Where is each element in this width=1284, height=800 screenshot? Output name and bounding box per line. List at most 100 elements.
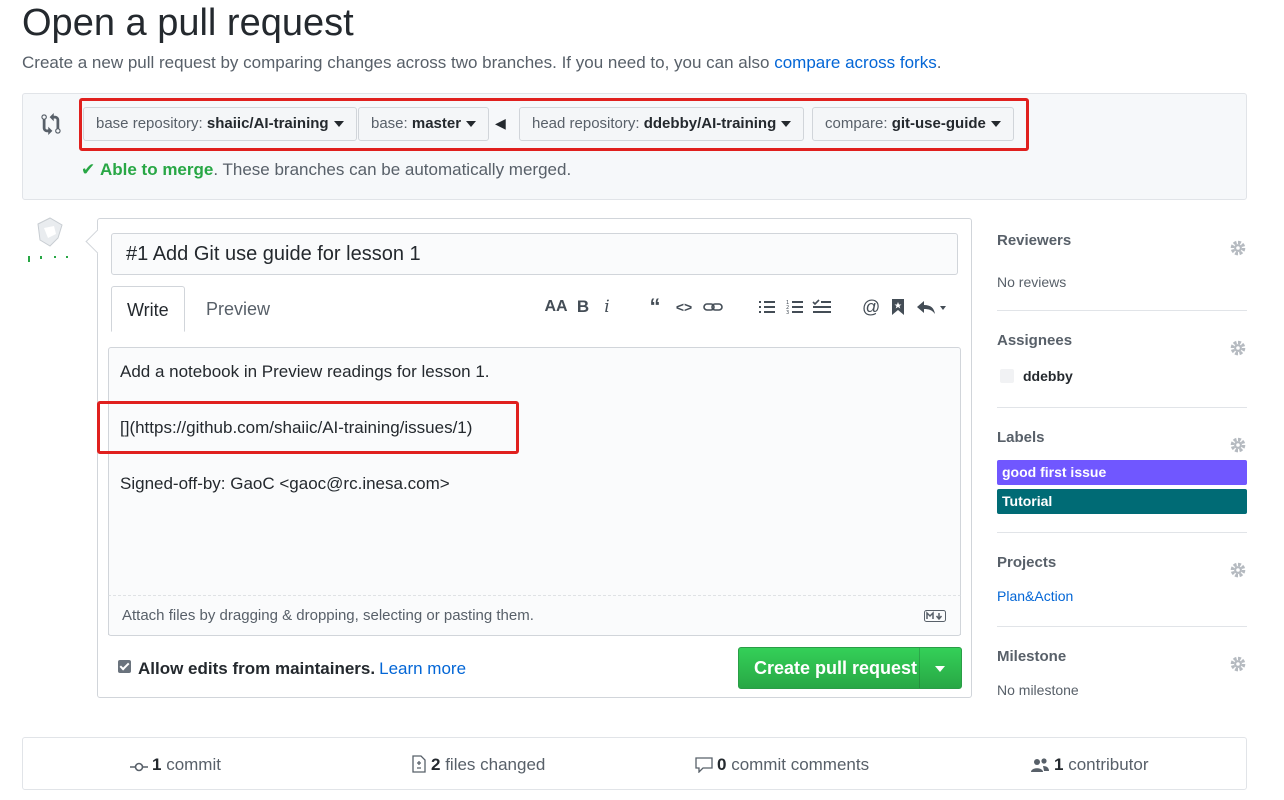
files-changed-summary[interactable]: 2 files changed	[411, 738, 545, 791]
pr-title-input[interactable]: #1 Add Git use guide for lesson 1	[111, 233, 958, 275]
assignee-avatar	[1000, 369, 1014, 383]
commits-label: commit	[161, 755, 221, 774]
head-repository-value: ddebby/AI-training	[643, 115, 777, 132]
learn-more-link[interactable]: Learn more	[379, 659, 466, 678]
italic-icon[interactable]: i	[601, 295, 613, 319]
sidebar-divider	[997, 532, 1247, 533]
text-size-icon[interactable]: AA	[544, 295, 568, 319]
contributors-label: contributor	[1063, 755, 1149, 774]
pull-request-composer: #1 Add Git use guide for lesson 1 Write …	[97, 218, 972, 698]
milestone-heading: Milestone	[997, 648, 1067, 665]
base-branch-value: master	[411, 115, 462, 132]
label-tutorial[interactable]: Tutorial	[997, 489, 1247, 514]
base-repository-prefix: base repository:	[96, 115, 207, 132]
subtitle-text: Create a new pull request by comparing c…	[22, 53, 775, 72]
markdown-icon	[924, 610, 946, 622]
compare-branch-value: git-use-guide	[891, 115, 986, 132]
commit-comments-summary[interactable]: 0 commit comments	[695, 738, 869, 791]
assignee-item[interactable]: ddebby	[997, 366, 1073, 386]
sidebar-divider	[997, 310, 1247, 311]
people-icon	[1031, 758, 1049, 772]
attach-files-hint: Attach files by dragging & dropping, sel…	[122, 607, 534, 624]
bookmark-icon[interactable]	[891, 298, 905, 316]
bold-icon[interactable]: B	[575, 295, 591, 319]
reviewers-gear-icon[interactable]	[1229, 239, 1247, 257]
projects-gear-icon[interactable]	[1229, 561, 1247, 579]
attach-files-bar[interactable]: Attach files by dragging & dropping, sel…	[108, 595, 961, 636]
reviewers-section: Reviewers No reviews	[997, 232, 1247, 290]
subtitle-end: .	[936, 53, 942, 72]
svg-text:3: 3	[786, 310, 789, 315]
comment-icon	[695, 757, 713, 774]
head-repository-prefix: head repository:	[532, 115, 644, 132]
reply-icon[interactable]	[916, 299, 948, 315]
milestone-gear-icon[interactable]	[1229, 655, 1247, 673]
merge-status: ✔ Able to merge. These branches can be a…	[81, 160, 571, 180]
base-branch-prefix: base:	[371, 115, 412, 132]
contributors-summary[interactable]: 1 contributor	[1030, 738, 1149, 791]
head-repository-select[interactable]: head repository: ddebby/AI-training	[519, 107, 805, 141]
link-icon[interactable]	[703, 299, 723, 315]
merge-status-message: . These branches can be automatically me…	[213, 160, 572, 179]
labels-heading: Labels	[997, 429, 1045, 446]
allow-edits-label: Allow edits from maintainers.	[138, 659, 376, 678]
file-diff-icon	[412, 755, 426, 773]
pr-body-textarea[interactable]: Add a notebook in Preview readings for l…	[97, 347, 961, 635]
quote-icon[interactable]: “	[646, 295, 664, 319]
compare-branch-prefix: compare:	[825, 115, 892, 132]
chevron-down-icon	[781, 121, 792, 128]
body-line-1: Add a notebook in Preview readings for l…	[120, 362, 490, 381]
page-title: Open a pull request	[22, 2, 354, 44]
project-link[interactable]: Plan&Action	[997, 588, 1073, 604]
compare-summary-bar: 1 commit 2 files changed 0 commit commen…	[22, 737, 1247, 790]
labels-gear-icon[interactable]	[1229, 436, 1247, 454]
reviewers-value: No reviews	[997, 274, 1067, 290]
tab-preview[interactable]: Preview	[191, 286, 285, 332]
issue-link-highlight	[97, 401, 519, 454]
create-pull-request-button[interactable]: Create pull request	[738, 647, 962, 689]
milestone-value: No milestone	[997, 682, 1079, 698]
task-list-icon[interactable]	[812, 299, 832, 315]
user-avatar[interactable]	[24, 216, 70, 262]
check-icon: ✔	[81, 160, 96, 179]
allow-edits-option: Allow edits from maintainers. Learn more	[118, 659, 466, 679]
code-icon[interactable]: <>	[674, 295, 694, 319]
milestone-section: Milestone No milestone	[997, 648, 1247, 698]
projects-heading: Projects	[997, 554, 1057, 571]
chevron-down-icon	[990, 121, 1001, 128]
reviewers-heading: Reviewers	[997, 232, 1072, 249]
page-subtitle: Create a new pull request by comparing c…	[22, 53, 941, 73]
assignees-section: Assignees ddebby	[997, 332, 1247, 384]
commit-icon	[130, 762, 148, 772]
compare-branch-select[interactable]: compare: git-use-guide	[812, 107, 1014, 141]
chevron-down-icon	[466, 121, 477, 128]
base-branch-select[interactable]: base: master	[358, 107, 490, 141]
merge-status-label: Able to merge	[99, 160, 214, 179]
files-label: files changed	[440, 755, 546, 774]
git-compare-icon	[41, 113, 61, 135]
mention-icon[interactable]: @	[862, 295, 880, 319]
create-pull-request-label: Create pull request	[754, 658, 918, 678]
compare-across-forks-link[interactable]: compare across forks	[774, 53, 937, 72]
arrow-left-icon: ◀	[495, 115, 506, 131]
tab-write[interactable]: Write	[111, 286, 185, 332]
commits-summary[interactable]: 1 commit	[130, 738, 221, 791]
chevron-down-icon	[333, 121, 344, 128]
ordered-list-icon[interactable]: 123	[786, 299, 804, 315]
assignee-name: ddebby	[1023, 368, 1073, 384]
labels-section: Labels good first issue Tutorial	[997, 429, 1247, 514]
sidebar-divider	[997, 407, 1247, 408]
comments-label: commit comments	[726, 755, 870, 774]
base-repository-select[interactable]: base repository: shaiic/AI-training	[83, 107, 357, 141]
compare-range-box: base repository: shaiic/AI-training base…	[22, 93, 1247, 200]
assignees-gear-icon[interactable]	[1229, 339, 1247, 357]
projects-section: Projects Plan&Action	[997, 554, 1247, 604]
label-good-first-issue[interactable]: good first issue	[997, 460, 1247, 485]
allow-edits-checkbox[interactable]	[118, 660, 131, 673]
button-divider	[919, 648, 920, 688]
base-repository-value: shaiic/AI-training	[206, 115, 329, 132]
sidebar-divider	[997, 626, 1247, 627]
body-line-3: Signed-off-by: GaoC <gaoc@rc.inesa.com>	[120, 474, 450, 493]
unordered-list-icon[interactable]	[758, 299, 776, 315]
create-options-dropdown-icon[interactable]	[935, 666, 945, 672]
